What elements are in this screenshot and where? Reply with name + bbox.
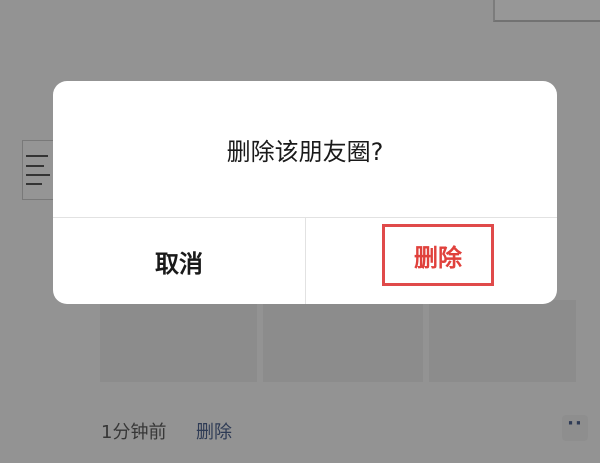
moments-screen: 1分钟前 删除 ·· 删除该朋友圈? 取消 删除 — [0, 0, 600, 463]
cancel-button[interactable]: 取消 — [53, 218, 305, 304]
delete-button-highlight[interactable]: 删除 — [382, 224, 494, 286]
dialog-title: 删除该朋友圈? — [226, 137, 384, 166]
